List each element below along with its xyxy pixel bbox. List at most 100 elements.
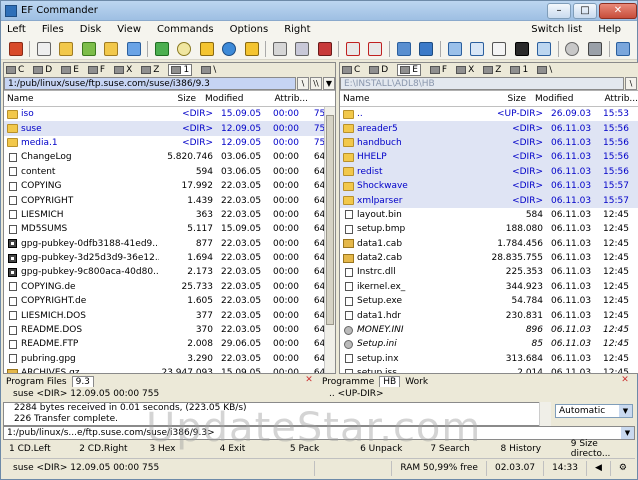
tab-hb[interactable]: HB <box>379 376 401 387</box>
network-tool-icon[interactable] <box>395 40 412 58</box>
exit-tool-icon[interactable] <box>7 40 24 58</box>
fkey-search[interactable]: 7 Search <box>424 444 494 454</box>
compare-tool-icon[interactable] <box>468 40 485 58</box>
explorer-tool-icon[interactable] <box>417 40 434 58</box>
file-row[interactable]: suse <DIR> 12.09.05 00:00 755 <box>4 121 335 136</box>
file-row[interactable]: setup.bmp 188.080 06.11.03 12:45R <box>340 222 638 236</box>
file-row[interactable]: iso <DIR> 15.09.05 00:00 755 <box>4 107 335 121</box>
file-row[interactable]: data2.cab 28.835.755 06.11.03 12:45R <box>340 251 638 265</box>
menu-options[interactable]: Options <box>230 24 269 35</box>
file-row[interactable]: MONEY.INI 896 06.11.03 12:45R <box>340 323 638 337</box>
file-row[interactable]: gpg-pubkey-9c800aca-40d80... 2.173 22.03.0… <box>4 265 335 279</box>
file-row[interactable]: COPYRIGHT 1.439 22.03.05 00:00 644 <box>4 193 335 207</box>
drive-z[interactable]: Z <box>141 65 159 75</box>
drive-d[interactable]: D <box>33 65 52 75</box>
drive-f[interactable]: F <box>87 65 105 75</box>
col-name[interactable]: Name <box>340 94 480 104</box>
file-row[interactable]: Setup.exe 54.784 06.11.03 12:45R <box>340 294 638 308</box>
file-row[interactable]: areader5 <DIR> 06.11.03 15:56 <box>340 121 638 136</box>
root-button[interactable]: \ <box>297 76 309 90</box>
users-tool-icon[interactable] <box>564 40 581 58</box>
file-row[interactable]: data1.cab 1.784.456 06.11.03 12:45R <box>340 237 638 251</box>
sync-tool-icon[interactable] <box>220 40 237 58</box>
col-modified[interactable]: Modified <box>196 94 266 104</box>
file-row[interactable]: COPYING 17.992 22.03.05 00:00 644 <box>4 179 335 193</box>
drive-e[interactable]: E <box>397 63 421 76</box>
scroll-thumb[interactable] <box>326 115 334 325</box>
file-row[interactable]: Setup.ini 85 06.11.03 12:45R <box>340 337 638 351</box>
ftp-disconnect-icon[interactable] <box>367 40 384 58</box>
settings-tool-icon[interactable] <box>586 40 603 58</box>
drive-root[interactable]: \ <box>201 65 216 75</box>
history-dropdown-button[interactable]: ▼ <box>323 76 335 90</box>
transfer-mode-select[interactable]: Automatic ▼ <box>555 404 633 418</box>
favorite-star-icon[interactable] <box>243 40 260 58</box>
file-row[interactable]: media.1 <DIR> 12.09.05 00:00 755 <box>4 136 335 150</box>
drive-x[interactable]: X <box>114 65 132 75</box>
fkey-hex[interactable]: 3 Hex <box>143 444 213 454</box>
file-row[interactable]: content 594 03.06.05 00:00 644 <box>4 165 335 179</box>
calculator-tool-icon[interactable] <box>294 40 311 58</box>
edit-tool-icon[interactable] <box>35 40 52 58</box>
file-row[interactable]: README.FTP 2.008 29.06.05 00:00 644 <box>4 337 335 351</box>
tab-9-3[interactable]: 9.3 <box>71 376 94 387</box>
file-row[interactable]: .. <UP-DIR> 26.09.03 15:53 <box>340 107 638 121</box>
file-row[interactable]: pubring.gpg 3.290 22.03.05 00:00 644 <box>4 352 335 366</box>
menu-files[interactable]: Files <box>42 24 64 35</box>
file-row[interactable]: README.DOS 370 22.03.05 00:00 644 <box>4 323 335 337</box>
tray-speaker-icon[interactable]: ◀ <box>586 460 610 476</box>
file-row[interactable]: xmlparser <DIR> 06.11.03 15:57 <box>340 193 638 208</box>
drive-f[interactable]: F <box>429 65 447 75</box>
drive-root[interactable]: \ <box>537 65 552 75</box>
menu-help[interactable]: Help <box>598 24 621 35</box>
folder-view-icon[interactable] <box>446 40 463 58</box>
file-row[interactable]: COPYING.de 25.733 22.03.05 00:00 644 <box>4 280 335 294</box>
file-row[interactable]: gpg-pubkey-0dfb3188-41ed9... 877 22.03.05 0… <box>4 237 335 251</box>
file-row[interactable]: setup.inx 313.684 06.11.03 12:45R <box>340 352 638 366</box>
window-tool-icon[interactable] <box>535 40 552 58</box>
col-attrib[interactable]: Attrib... <box>266 94 308 104</box>
drive-z[interactable]: Z <box>483 65 501 75</box>
mail-tool-icon[interactable] <box>491 40 508 58</box>
col-size[interactable]: Size <box>480 94 526 104</box>
file-row[interactable]: Instrc.dll 225.353 06.11.03 12:45R <box>340 265 638 279</box>
fkey-cd-right[interactable]: 2 CD.Right <box>73 444 143 454</box>
terminal-tool-icon[interactable] <box>513 40 530 58</box>
file-row[interactable]: setup.iss2.01406.11.0312:45R <box>340 366 638 373</box>
col-attrib[interactable]: Attrib... <box>596 94 638 104</box>
command-line-input[interactable]: 1:/pub/linux/s...e/ftp.suse.com/suse/i38… <box>3 426 635 440</box>
fkey-pack[interactable]: 5 Pack <box>284 444 354 454</box>
fkey-history[interactable]: 8 History <box>495 444 565 454</box>
file-row[interactable]: handbuch <DIR> 06.11.03 15:56 <box>340 135 638 151</box>
file-row[interactable]: COPYRIGHT.de 1.605 22.03.05 00:00 644 <box>4 294 335 308</box>
file-row[interactable]: MD5SUMS 5.117 15.09.05 00:00 644 <box>4 222 335 236</box>
print-tool-icon[interactable] <box>271 40 288 58</box>
maximize-button[interactable]: □ <box>573 2 597 19</box>
file-row[interactable]: Shockwave <DIR> 06.11.03 15:57 <box>340 178 638 194</box>
file-row[interactable]: layout.bin 584 06.11.03 12:45R <box>340 208 638 222</box>
fkey-cd-left[interactable]: 1 CD.Left <box>3 444 73 454</box>
col-modified[interactable]: Modified <box>526 94 596 104</box>
tray-settings-icon[interactable]: ⚙ <box>609 460 635 476</box>
root-button[interactable]: \ <box>625 76 637 90</box>
fkey-size-directory[interactable]: 9 Size directo... <box>565 439 635 459</box>
right-path[interactable]: E:\INSTALL\ADL8\HB <box>340 76 624 90</box>
file-row[interactable]: redist <DIR> 06.11.03 15:56 <box>340 164 638 179</box>
tab-programme[interactable]: Programme <box>319 377 377 387</box>
col-name[interactable]: Name <box>4 94 162 104</box>
delete-tool-icon[interactable] <box>125 40 142 58</box>
file-row[interactable]: ARCHIVES.gz23.947.09315.09.0500:00644 <box>4 366 335 373</box>
help-tool-icon[interactable] <box>615 40 632 58</box>
warning-tool-icon[interactable] <box>198 40 215 58</box>
tab-work[interactable]: Work <box>402 377 431 387</box>
drive-e[interactable]: E <box>61 65 79 75</box>
refresh-tool-icon[interactable] <box>153 40 170 58</box>
left-path[interactable]: 1:/pub/linux/suse/ftp.suse.com/suse/i386… <box>4 76 296 90</box>
menu-right[interactable]: Right <box>284 24 310 35</box>
close-window-button[interactable]: ✕ <box>599 2 637 19</box>
file-row[interactable]: gpg-pubkey-3d25d3d9-36e12... 1.694 22.03.0… <box>4 251 335 265</box>
file-row[interactable]: data1.hdr 230.831 06.11.03 12:45R <box>340 308 638 322</box>
tab-program-files[interactable]: Program Files <box>3 377 70 387</box>
chevron-down-icon[interactable]: ▼ <box>621 427 634 439</box>
file-row[interactable]: LIESMICH 363 22.03.05 00:00 644 <box>4 208 335 222</box>
